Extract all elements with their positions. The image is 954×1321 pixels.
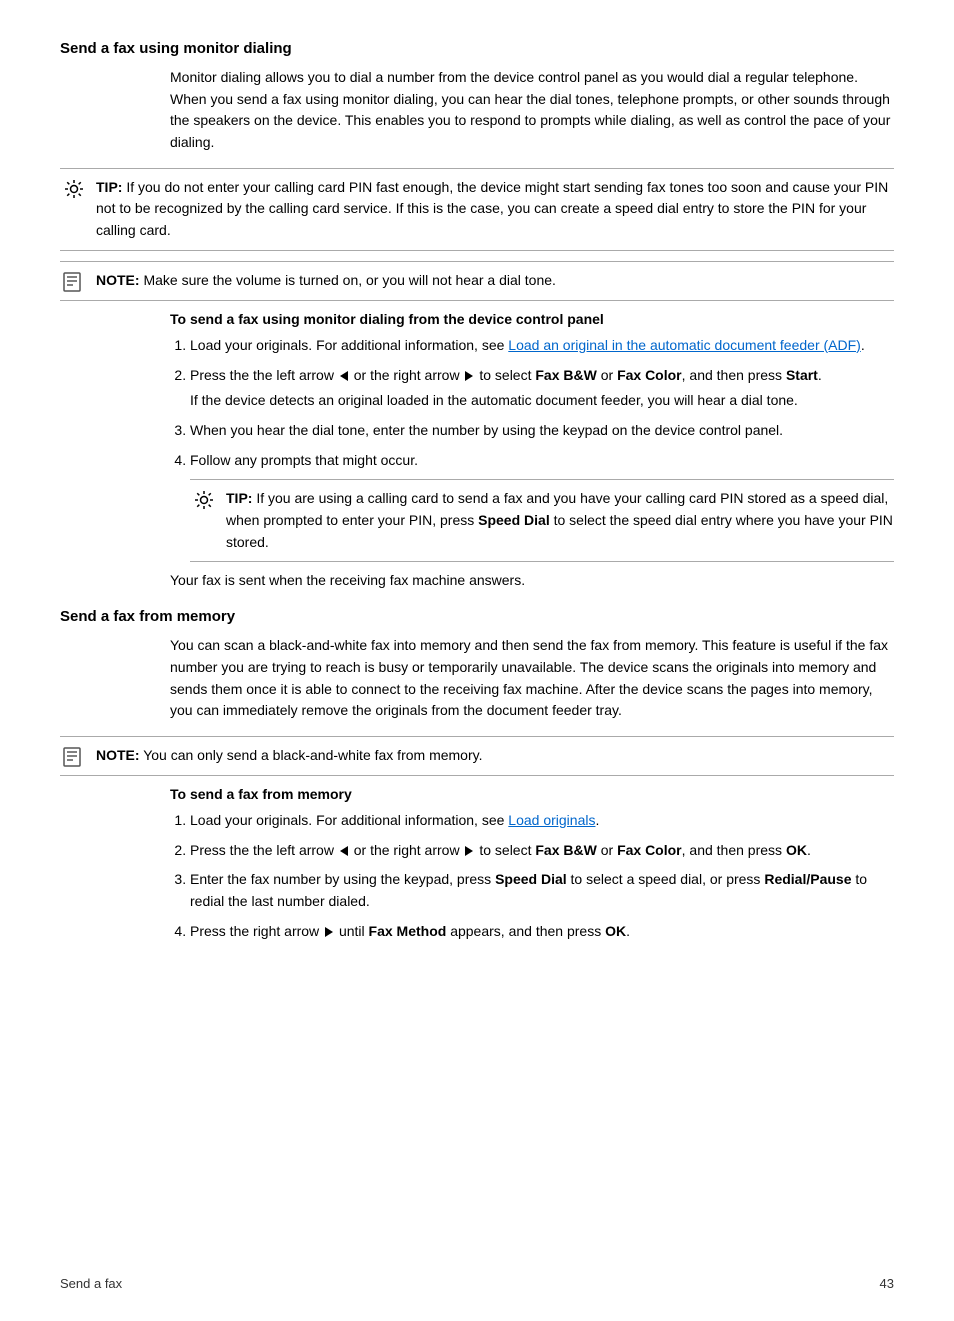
step-3-monitor-dialing: When you hear the dial tone, enter the n… bbox=[190, 420, 894, 442]
tip-content-monitor-dialing-text: If you do not enter your calling card PI… bbox=[96, 179, 888, 238]
step-2-fm-bold1: Fax B&W bbox=[535, 842, 596, 858]
step-2-fm-middle: or the right arrow bbox=[354, 842, 460, 858]
step-1-suffix: . bbox=[861, 337, 865, 353]
step-2-fm-after: to select bbox=[479, 842, 535, 858]
step-4-from-memory: Press the right arrow until Fax Method a… bbox=[190, 921, 894, 943]
step-1-fm-link[interactable]: Load originals bbox=[508, 812, 595, 828]
tip-box-monitor-dialing: TIP: If you do not enter your calling ca… bbox=[60, 168, 894, 251]
footer-right: 43 bbox=[880, 1276, 894, 1291]
step-2-fm-bold3: OK bbox=[786, 842, 807, 858]
step-2-end2: . bbox=[818, 367, 822, 383]
step-3-from-memory: Enter the fax number by using the keypad… bbox=[190, 869, 894, 912]
step-2-bold1: Fax B&W bbox=[535, 367, 596, 383]
steps-section-from-memory: To send a fax from memory Load your orig… bbox=[170, 786, 894, 942]
note-img-icon-from-memory bbox=[60, 745, 88, 767]
step-4-fm-after: until bbox=[339, 923, 369, 939]
step-2-extra: If the device detects an original loaded… bbox=[190, 390, 894, 412]
note-content-monitor-dialing-text: Make sure the volume is turned on, or yo… bbox=[143, 272, 555, 288]
step-2-end: , and then press bbox=[682, 367, 782, 383]
step-1-fm-text: Load your originals. For additional info… bbox=[190, 812, 508, 828]
note-content-from-memory: You can only send a black-and-white fax … bbox=[143, 747, 482, 763]
step-4-monitor-dialing: Follow any prompts that might occur. bbox=[190, 450, 894, 472]
tip-label-monitor-dialing: TIP: bbox=[96, 179, 122, 195]
tip-text-monitor-dialing: TIP: If you do not enter your calling ca… bbox=[96, 177, 894, 242]
step-1-monitor-dialing: Load your originals. For additional info… bbox=[190, 335, 894, 357]
step-3-fm-bold2: Redial/Pause bbox=[764, 871, 851, 887]
section-heading-from-memory: Send a fax from memory bbox=[60, 608, 894, 625]
inner-tip-box-monitor-dialing: TIP: If you are using a calling card to … bbox=[190, 479, 894, 562]
left-arrow-icon-2 bbox=[340, 846, 348, 856]
step-2-or: or bbox=[601, 367, 613, 383]
step-2-bold2: Fax Color bbox=[617, 367, 682, 383]
step-3-fm-bold1: Speed Dial bbox=[495, 871, 567, 887]
note-label-from-memory: NOTE: bbox=[96, 747, 140, 763]
step-2-text-middle: or the right arrow bbox=[354, 367, 460, 383]
step-2-fm-bold2: Fax Color bbox=[617, 842, 682, 858]
step-4-fm-bold2: OK bbox=[605, 923, 626, 939]
section-body-from-memory: You can scan a black-and-white fax into … bbox=[170, 635, 894, 722]
inner-tip-text-monitor-dialing: TIP: If you are using a calling card to … bbox=[226, 488, 894, 553]
right-arrow-icon-1 bbox=[465, 371, 473, 381]
step-2-text-before: Press the the left arrow bbox=[190, 367, 334, 383]
step-1-fm-suffix: . bbox=[595, 812, 599, 828]
section-from-memory: Send a fax from memory You can scan a bl… bbox=[60, 608, 894, 942]
step-1-text: Load your originals. For additional info… bbox=[190, 337, 508, 353]
subsection-heading-monitor-dialing: To send a fax using monitor dialing from… bbox=[170, 311, 894, 327]
footer-left: Send a fax bbox=[60, 1276, 122, 1291]
step-2-fm-or: or bbox=[601, 842, 613, 858]
step-2-fm-end: , and then press bbox=[682, 842, 782, 858]
from-memory-intro: You can scan a black-and-white fax into … bbox=[170, 635, 894, 722]
sun-tip-icon bbox=[60, 177, 88, 199]
steps-list-from-memory: Load your originals. For additional info… bbox=[190, 810, 894, 942]
monitor-dialing-intro: Monitor dialing allows you to dial a num… bbox=[170, 67, 894, 154]
step-2-fm-end2: . bbox=[807, 842, 811, 858]
footer: Send a fax 43 bbox=[60, 1276, 894, 1291]
step-2-text-after: to select bbox=[479, 367, 535, 383]
left-arrow-icon-1 bbox=[340, 371, 348, 381]
sun-inner-tip-icon bbox=[190, 488, 218, 510]
steps-list-monitor-dialing: Load your originals. For additional info… bbox=[190, 335, 894, 471]
note-label-monitor-dialing: NOTE: bbox=[96, 272, 140, 288]
step-2-bold3: Start bbox=[786, 367, 818, 383]
step-4-fm-end: appears, and then press bbox=[450, 923, 601, 939]
step-4-fm-before: Press the right arrow bbox=[190, 923, 319, 939]
step-3-fm-before: Enter the fax number by using the keypad… bbox=[190, 871, 491, 887]
step-4-fm-end2: . bbox=[626, 923, 630, 939]
note-box-monitor-dialing: NOTE: Make sure the volume is turned on,… bbox=[60, 261, 894, 301]
section-heading-monitor-dialing: Send a fax using monitor dialing bbox=[60, 40, 894, 57]
page: Send a fax using monitor dialing Monitor… bbox=[0, 0, 954, 1321]
step-3-text: When you hear the dial tone, enter the n… bbox=[190, 422, 783, 438]
inner-tip-bold: Speed Dial bbox=[478, 512, 550, 528]
subsection-heading-from-memory: To send a fax from memory bbox=[170, 786, 894, 802]
step-4-text: Follow any prompts that might occur. bbox=[190, 452, 418, 468]
section-monitor-dialing: Send a fax using monitor dialing Monitor… bbox=[60, 40, 894, 588]
steps-section-monitor-dialing: To send a fax using monitor dialing from… bbox=[170, 311, 894, 589]
step-1-from-memory: Load your originals. For additional info… bbox=[190, 810, 894, 832]
inner-tip-label: TIP: bbox=[226, 490, 252, 506]
note-box-from-memory: NOTE: You can only send a black-and-whit… bbox=[60, 736, 894, 776]
section-body-monitor-dialing: Monitor dialing allows you to dial a num… bbox=[170, 67, 894, 154]
step-1-link[interactable]: Load an original in the automatic docume… bbox=[508, 337, 861, 353]
right-arrow-icon-2 bbox=[465, 846, 473, 856]
note-text-from-memory: NOTE: You can only send a black-and-whit… bbox=[96, 745, 894, 767]
step-4-fm-bold1: Fax Method bbox=[369, 923, 447, 939]
step-3-fm-middle: to select a speed dial, or press bbox=[571, 871, 761, 887]
step-2-from-memory: Press the the left arrow or the right ar… bbox=[190, 840, 894, 862]
note-img-icon-monitor-dialing bbox=[60, 270, 88, 292]
closing-text-monitor-dialing: Your fax is sent when the receiving fax … bbox=[170, 572, 894, 588]
step-2-monitor-dialing: Press the the left arrow or the right ar… bbox=[190, 365, 894, 412]
right-arrow-icon-3 bbox=[325, 927, 333, 937]
step-2-fm-before: Press the the left arrow bbox=[190, 842, 334, 858]
note-text-monitor-dialing: NOTE: Make sure the volume is turned on,… bbox=[96, 270, 894, 292]
